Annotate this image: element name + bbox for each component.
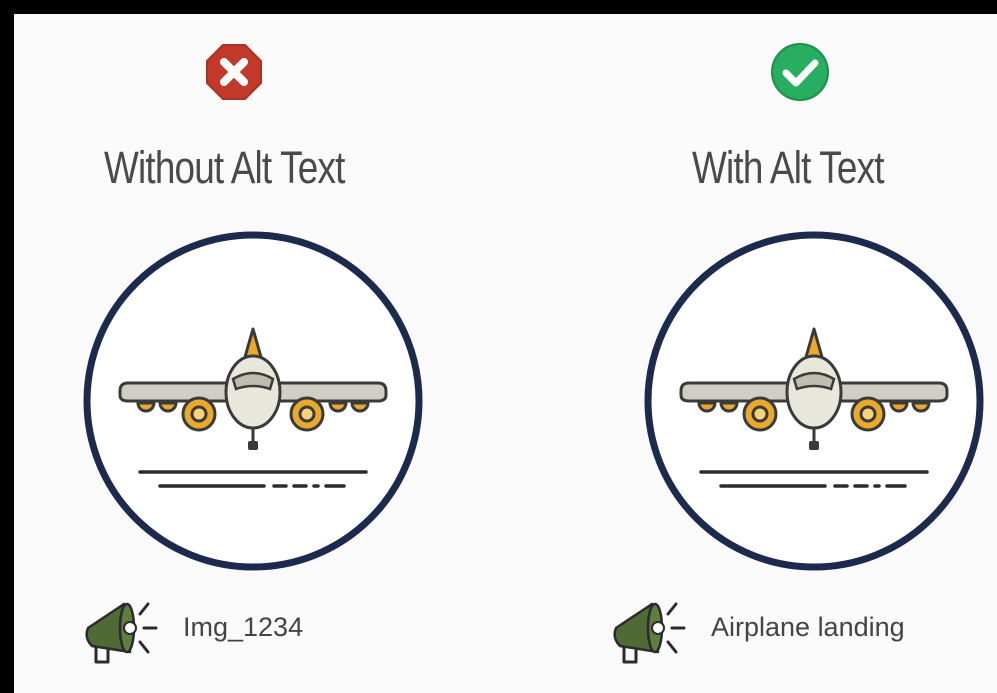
x-octagon-icon [206, 44, 262, 100]
airplane-landing-icon [629, 229, 997, 574]
alt-text-caption: Img_1234 [183, 612, 304, 642]
megaphone-icon [606, 590, 688, 670]
with-alt-text-panel: With Alt Text Airplane landing [514, 14, 997, 693]
panel-heading: With Alt Text [692, 142, 885, 193]
without-alt-text-panel: Without Alt Text Img_1234 [14, 14, 494, 693]
alt-text-caption: Airplane landing [711, 612, 905, 642]
panel-heading: Without Alt Text [104, 142, 345, 193]
megaphone-icon [78, 590, 160, 670]
airplane-landing-icon [68, 229, 438, 574]
comparison-card: Without Alt Text Img_1234 With Alt Text … [14, 14, 997, 693]
check-circle-icon [771, 43, 829, 101]
